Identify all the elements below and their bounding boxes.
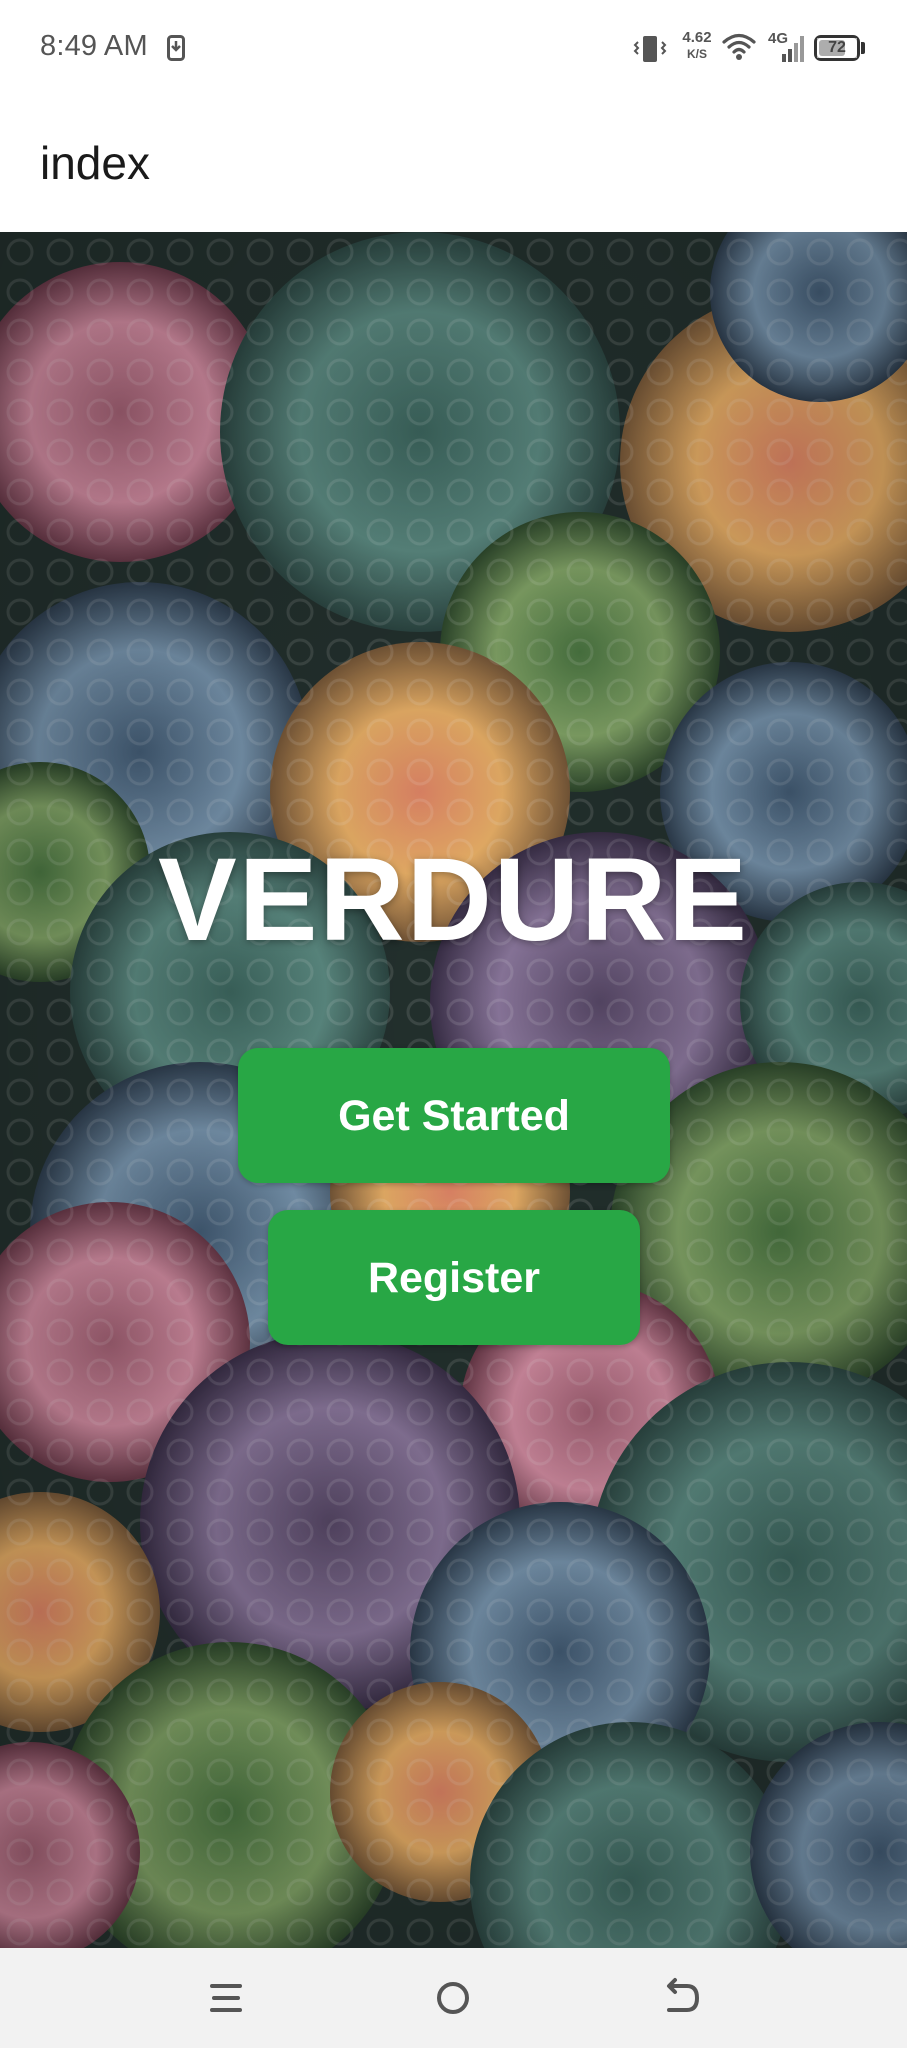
register-button[interactable]: Register (268, 1210, 640, 1345)
network-speed-value: 4.62 (682, 29, 712, 46)
download-notification-icon (167, 35, 185, 61)
battery-tip (861, 42, 865, 54)
network-speed-unit: K/S (686, 47, 707, 61)
get-started-button[interactable]: Get Started (238, 1048, 670, 1183)
hero-background: VERDURE Get Started Register (0, 232, 907, 1948)
page-title: index (40, 137, 150, 189)
system-navigation-bar (0, 1948, 907, 2048)
network-speed: 4.62 K/S (680, 30, 714, 60)
vibrate-icon (633, 36, 667, 62)
screen: 8:49 AM 4.62 K/S 4G 72 index VERDURE Get… (0, 0, 907, 2048)
status-bar: 8:49 AM 4.62 K/S 4G 72 (0, 0, 907, 100)
battery-icon: 72 (814, 35, 860, 61)
back-icon[interactable] (653, 1970, 709, 2026)
network-type: 4G (768, 30, 789, 47)
menu-icon[interactable] (198, 1970, 254, 2026)
app-header: index (0, 100, 907, 232)
home-icon[interactable] (425, 1970, 481, 2026)
wifi-icon (722, 33, 756, 60)
battery-level: 72 (817, 38, 857, 58)
brand-title: VERDURE (158, 834, 749, 966)
status-time: 8:49 AM (40, 30, 148, 62)
